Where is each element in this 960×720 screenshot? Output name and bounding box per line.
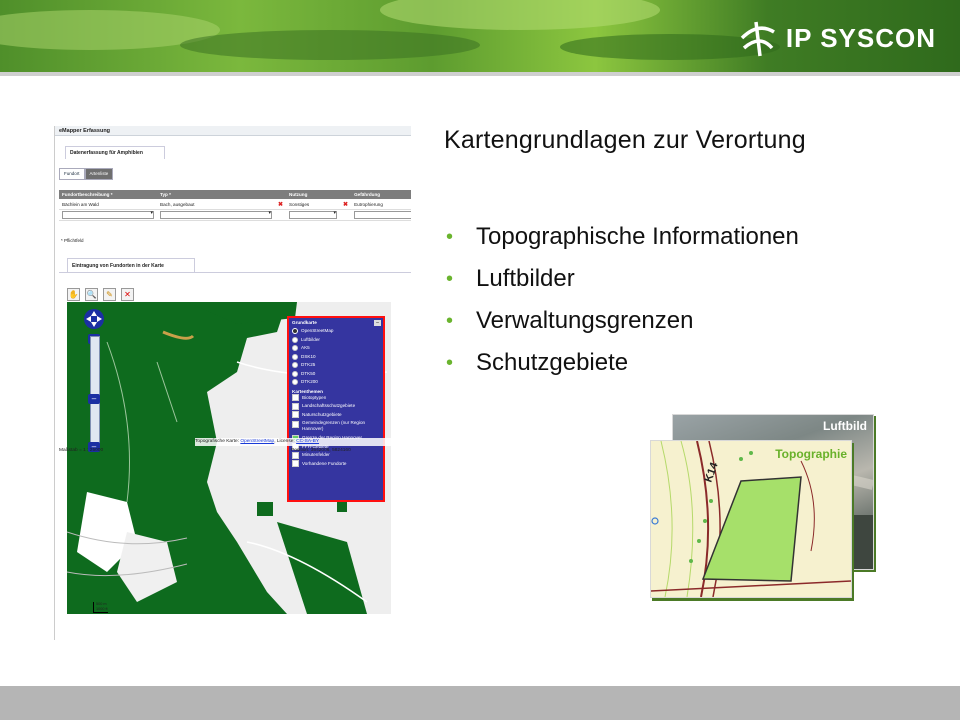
map-position-text: Position: 3542006, 5824160: [291, 448, 351, 453]
radio-icon[interactable]: [292, 345, 298, 352]
hand-icon[interactable]: ✋: [67, 288, 80, 301]
bullet-icon: •: [446, 226, 454, 248]
zoom-slider[interactable]: [90, 336, 100, 450]
osm-link[interactable]: OpenStreetMap: [240, 439, 274, 444]
clear-typ-icon[interactable]: ✖: [278, 202, 283, 208]
clear-nutzung-icon[interactable]: ✖: [343, 202, 348, 208]
layer-switcher-panel: – Grundkarte OpenStreetMap Luftbilder AK…: [287, 316, 385, 502]
bullet-icon: •: [446, 268, 454, 290]
bullet-list: • Topographische Informationen • Luftbilde…: [446, 216, 799, 384]
required-note: * Pflichtfeld: [61, 238, 84, 243]
topo-label: Topographie: [775, 447, 847, 461]
basemap-option-dtk200[interactable]: DTK200: [292, 378, 380, 387]
map-attribution: Topografische Karte: OpenStreetMap, Lice…: [195, 438, 391, 446]
footer-bar: [0, 686, 960, 720]
topo-thumbnail: K14 Topographie: [650, 440, 852, 598]
checkbox-icon[interactable]: [292, 394, 299, 402]
bullet-item: • Schutzgebiete: [446, 342, 799, 384]
subtab-fundort[interactable]: Fundort: [59, 168, 85, 180]
radio-icon[interactable]: [292, 370, 298, 377]
cell-nutzung[interactable]: Sonstiges: [286, 199, 341, 210]
scale-bar: 500 m 1000 ft: [93, 602, 108, 613]
topo-road-label: K14: [703, 460, 721, 484]
subtab-artenliste[interactable]: Artenliste: [84, 168, 114, 180]
checkbox-icon[interactable]: [292, 421, 299, 428]
aerial-label: Luftbild: [823, 419, 867, 433]
cell-fundortbeschreibung[interactable]: Bächlein am Wald: [59, 199, 157, 210]
tab-map-entry[interactable]: Eintragung von Fundorten in der Karte: [67, 258, 195, 273]
subtab-bar: Fundort Artenliste: [59, 168, 114, 180]
bullet-item: • Luftbilder: [446, 258, 799, 300]
topo-image: K14: [651, 441, 851, 597]
bullet-item: • Verwaltungsgrenzen: [446, 300, 799, 342]
theme-biotoptypen[interactable]: Biotoptypen: [292, 394, 380, 403]
radio-selected-icon[interactable]: [292, 328, 298, 335]
col-header-typ: Typ *: [157, 190, 275, 199]
gefaehrdung-select[interactable]: [354, 210, 411, 219]
delete-icon[interactable]: ✕: [121, 288, 134, 301]
grundkarte-title: Grundkarte: [292, 320, 317, 325]
theme-naturschutzgebiete[interactable]: Naturschutzgebiete: [292, 411, 380, 420]
nutzung-select[interactable]: [289, 210, 338, 219]
radio-icon[interactable]: [292, 379, 298, 386]
table-row-empty: [59, 209, 411, 221]
zoom-icon[interactable]: 🔍: [85, 288, 98, 301]
logo-text: IP SYSCON: [785, 22, 936, 53]
col-header-fundortbeschreibung: Fundortbeschreibung *: [59, 190, 157, 199]
logo-swirl-icon: [740, 21, 775, 57]
license-link[interactable]: CC-SA-BY: [296, 439, 319, 444]
basemap-option-dtk25[interactable]: DTK25: [292, 361, 380, 370]
basemap-option-dsk10[interactable]: DSK10: [292, 353, 380, 362]
map-toolbar: ✋ 🔍 ✎ ✕: [67, 288, 134, 301]
typ-select[interactable]: [160, 210, 272, 219]
scale-bar-imperial: 1000 ft: [96, 607, 108, 611]
cell-typ[interactable]: Bach, ausgebaut: [157, 199, 275, 210]
app-window-title: eMapper Erfassung: [55, 126, 411, 136]
theme-gemeindegrenzen[interactable]: Gemeindegrenzen (nur Region Hannover): [292, 419, 380, 434]
edit-icon[interactable]: ✎: [103, 288, 116, 301]
radio-icon[interactable]: [292, 336, 298, 343]
slide-title: Kartengrundlagen zur Verortung: [444, 126, 806, 154]
map-view[interactable]: + – – – Grundkarte OpenStreetMap Luftbil…: [67, 302, 391, 614]
bullet-icon: •: [446, 310, 454, 332]
cell-gefaehrdung[interactable]: Eutrophierung: [351, 199, 411, 210]
radio-icon[interactable]: [292, 362, 298, 369]
pan-control-icon[interactable]: [83, 308, 105, 330]
col-header-nutzung: Nutzung: [286, 190, 341, 199]
checkbox-icon[interactable]: [292, 402, 299, 410]
header-divider: [0, 72, 960, 76]
basemap-option-ak5[interactable]: AK5: [292, 344, 380, 353]
col-header-gefaehrdung: Gefährdung: [351, 190, 411, 199]
basemap-option-luftbilder[interactable]: Luftbilder: [292, 336, 380, 345]
table-row: Bächlein am Wald Bach, ausgebaut ✖ Sonst…: [59, 199, 411, 210]
fundort-table: Fundortbeschreibung * Typ * Nutzung Gefä…: [59, 190, 411, 221]
basemap-option-openstreetmap[interactable]: OpenStreetMap: [292, 327, 380, 336]
zoom-slider-handle[interactable]: –: [88, 394, 100, 404]
bullet-item: • Topographische Informationen: [446, 216, 799, 258]
checkbox-icon[interactable]: [292, 411, 299, 419]
theme-vorhandene-fundorte[interactable]: Vorhandene Fundorte: [292, 460, 380, 469]
header-banner: IP SYSCON: [0, 0, 960, 72]
fundort-input[interactable]: [62, 210, 154, 219]
radio-icon[interactable]: [292, 353, 298, 360]
tab-datenerfassung[interactable]: Datenerfassung für Amphibien: [65, 146, 165, 159]
company-logo: IP SYSCON: [738, 18, 936, 58]
basemap-option-dtk50[interactable]: DTK50: [292, 370, 380, 379]
checkbox-icon[interactable]: [292, 460, 299, 468]
minimize-icon[interactable]: –: [374, 320, 381, 326]
tab-divider: [59, 272, 411, 273]
app-screenshot: eMapper Erfassung Datenerfassung für Amp…: [54, 126, 411, 640]
map-scale-text: Maßstab = 1 : 25000: [59, 448, 104, 453]
bullet-icon: •: [446, 352, 454, 374]
theme-landschaftsschutzgebiete[interactable]: Landschaftsschutzgebiete: [292, 402, 380, 411]
